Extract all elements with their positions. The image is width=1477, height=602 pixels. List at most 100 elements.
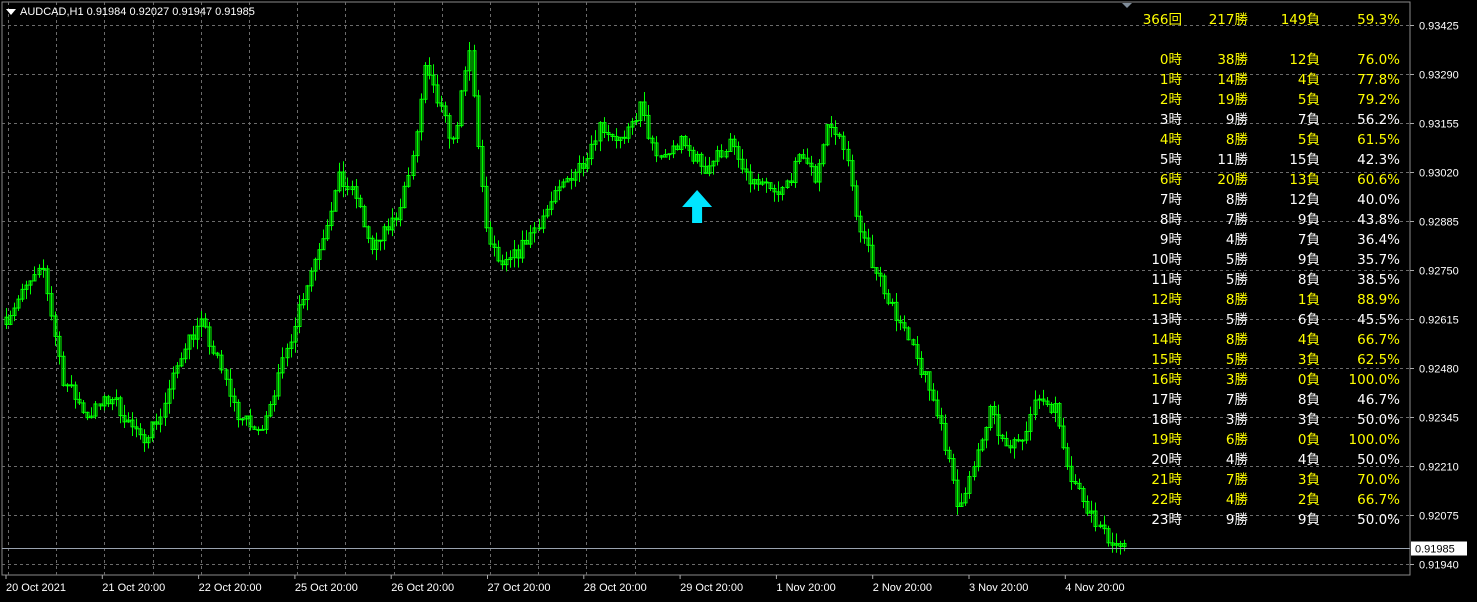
x-tick-label: 28 Oct 20:00 [584, 582, 647, 594]
hour-row: 16時 3勝 0負 100.0% [1120, 370, 1410, 390]
hour-wins: 7勝 [1225, 212, 1248, 228]
hour-losses: 5負 [1297, 132, 1320, 148]
hour-losses: 6負 [1297, 312, 1320, 328]
y-tick-label: 0.93290 [1419, 70, 1459, 82]
hour-row: 1時 14勝 4負 77.8% [1120, 70, 1410, 90]
hour-rate: 79.2% [1357, 92, 1400, 108]
hour-losses: 9負 [1297, 212, 1320, 228]
hour-rate: 50.0% [1357, 512, 1400, 528]
hour-wins: 38勝 [1217, 52, 1248, 68]
scroll-marker-icon [1122, 3, 1132, 8]
candle-body [622, 136, 627, 139]
hour-rate: 66.7% [1357, 332, 1400, 348]
hour-rate: 70.0% [1357, 472, 1400, 488]
candle-body [890, 301, 895, 304]
x-tick-label: 21 Oct 20:00 [102, 582, 165, 594]
hour-rate: 40.0% [1357, 192, 1400, 208]
hour-wins: 8勝 [1225, 332, 1248, 348]
hour-losses: 4負 [1297, 332, 1320, 348]
hour-rate: 50.0% [1357, 452, 1400, 468]
hour-losses: 12負 [1289, 52, 1320, 68]
hour-losses: 9負 [1297, 512, 1320, 528]
y-tick-label: 0.92345 [1419, 413, 1459, 425]
hour-losses: 7負 [1297, 232, 1320, 248]
hour-wins: 11勝 [1217, 152, 1248, 168]
price-axis: 0.93425 0.93290 0.93155 0.93020 0.92885 0.927… [1410, 21, 1459, 572]
up-arrow-shape [682, 190, 713, 223]
x-tick-label: 27 Oct 20:00 [488, 582, 551, 594]
y-tick-label: 0.92480 [1419, 364, 1459, 376]
hour-rate: 62.5% [1357, 352, 1400, 368]
hour-rate: 38.5% [1357, 272, 1400, 288]
hour-row: 12時 8勝 1負 88.9% [1120, 290, 1410, 310]
hour-row: 10時 5勝 9負 35.7% [1120, 250, 1410, 270]
y-tick-label: 0.92210 [1419, 462, 1459, 474]
hour-hour: 22時 [1151, 492, 1182, 508]
hour-wins: 4勝 [1225, 452, 1248, 468]
hour-rows: 0時 38勝 12負 76.0% 1時 14勝 4負 77.8% 2時 19勝 5負 79.2% 3時 9… [1120, 50, 1410, 530]
open-price: 0.91984 [86, 6, 127, 18]
candle-body [69, 384, 74, 387]
hour-rate: 50.0% [1357, 412, 1400, 428]
chart-menu-triangle-icon[interactable] [6, 9, 16, 16]
y-tick-label: 0.92615 [1419, 315, 1459, 327]
close-price: 0.91985 [215, 6, 255, 18]
x-tick-label: 22 Oct 20:00 [199, 582, 262, 594]
x-tick-label: 2 Nov 20:00 [873, 582, 932, 594]
hour-wins: 6勝 [1225, 432, 1248, 448]
hour-losses: 0負 [1297, 432, 1320, 448]
hour-losses: 4負 [1297, 452, 1320, 468]
hour-rate: 35.7% [1357, 252, 1400, 268]
hour-hour: 10時 [1151, 252, 1182, 268]
hour-rate: 88.9% [1357, 292, 1400, 308]
hour-row: 9時 4勝 7負 36.4% [1120, 230, 1410, 250]
hour-wins: 4勝 [1225, 492, 1248, 508]
candle-body [65, 384, 70, 387]
hour-row: 11時 5勝 8負 38.5% [1120, 270, 1410, 290]
hour-row: 19時 6勝 0負 100.0% [1120, 430, 1410, 450]
hour-wins: 8勝 [1225, 292, 1248, 308]
x-tick-label: 1 Nov 20:00 [776, 582, 835, 594]
hour-wins: 19勝 [1217, 92, 1248, 108]
candle-body [378, 239, 383, 242]
hour-row: 6時 20勝 13負 60.6% [1120, 170, 1410, 190]
candle-body [764, 181, 769, 184]
summary-losses: 149負 [1280, 12, 1320, 28]
hour-hour: 2時 [1159, 92, 1182, 108]
high-price: 0.92027 [129, 6, 170, 18]
hour-losses: 8負 [1297, 392, 1320, 408]
hourly-stats-panel: 366回 217勝 149負 59.3% 0時 38勝 12負 76.0% 1時 14勝 4… [1120, 10, 1410, 530]
hour-hour: 0時 [1159, 52, 1182, 68]
hour-hour: 1時 [1159, 72, 1182, 88]
hour-losses: 4負 [1297, 72, 1320, 88]
hour-hour: 6時 [1159, 172, 1182, 188]
hour-wins: 9勝 [1225, 512, 1248, 528]
hour-wins: 14勝 [1217, 72, 1248, 88]
hour-hour: 7時 [1159, 192, 1182, 208]
hour-rate: 77.8% [1357, 72, 1400, 88]
hour-rate: 36.4% [1357, 232, 1400, 248]
hour-losses: 5負 [1297, 92, 1320, 108]
hour-losses: 3負 [1297, 472, 1320, 488]
current-price-label: 0.91985 [1415, 544, 1455, 556]
candle-body [41, 267, 46, 270]
hour-hour: 18時 [1151, 412, 1182, 428]
hour-rate: 42.3% [1357, 152, 1400, 168]
hour-rate: 61.5% [1357, 132, 1400, 148]
stats-spacer [1120, 30, 1410, 50]
chart-header: AUDCAD,H1 0.91984 0.92027 0.91947 0.9198… [6, 6, 255, 18]
hour-hour: 11時 [1151, 272, 1182, 288]
hour-row: 8時 7勝 9負 43.8% [1120, 210, 1410, 230]
hour-row: 13時 5勝 6負 45.5% [1120, 310, 1410, 330]
hour-losses: 13負 [1289, 172, 1320, 188]
hour-losses: 3負 [1297, 352, 1320, 368]
y-tick-label: 0.93020 [1419, 168, 1459, 180]
y-tick-label: 0.93155 [1419, 119, 1459, 131]
candle-body [667, 153, 672, 156]
hour-rate: 100.0% [1348, 372, 1400, 388]
hour-wins: 4勝 [1225, 232, 1248, 248]
hour-row: 23時 9勝 9負 50.0% [1120, 510, 1410, 530]
hour-row: 15時 5勝 3負 62.5% [1120, 350, 1410, 370]
hour-hour: 17時 [1151, 392, 1182, 408]
hour-row: 0時 38勝 12負 76.0% [1120, 50, 1410, 70]
